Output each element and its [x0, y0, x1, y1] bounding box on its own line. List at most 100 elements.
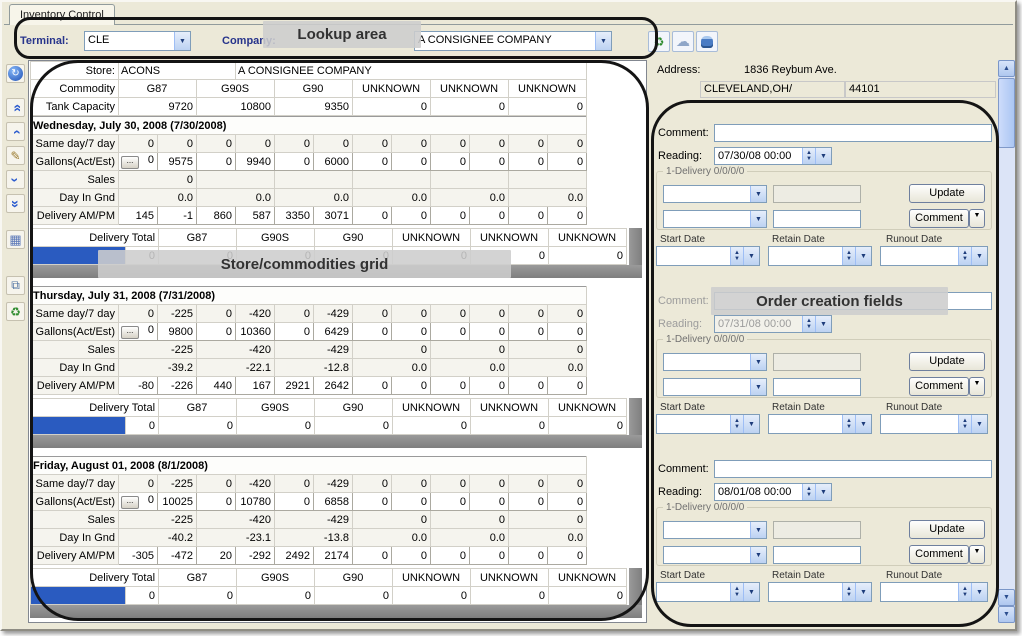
scroll-bottom-button[interactable]: »	[6, 194, 25, 213]
delivery-carrier-select[interactable]: ▼	[663, 210, 767, 228]
dt-value-cell[interactable]: 0	[126, 587, 159, 605]
grid-cell[interactable]: 0.0	[509, 359, 587, 377]
comment-button[interactable]: Comment	[909, 377, 969, 396]
dt-value-cell[interactable]: 0	[471, 247, 549, 265]
grid-cell[interactable]: 0.0	[275, 189, 353, 207]
scroll-up-button[interactable]: ▲	[998, 60, 1015, 77]
grid-cell[interactable]: 0	[431, 341, 509, 359]
chevron-down-icon[interactable]: ▼	[815, 484, 831, 500]
grid-cell[interactable]: 0	[197, 153, 236, 171]
grid-cell[interactable]: 0	[431, 153, 470, 171]
grid-cell[interactable]: -23.1	[197, 529, 275, 547]
delivery-carrier-select[interactable]: ▼	[663, 546, 767, 564]
spinner-icon[interactable]: ▲▼	[802, 148, 815, 164]
chevron-down-icon[interactable]: ▼	[750, 522, 766, 538]
chevron-down-icon[interactable]: ▼	[750, 186, 766, 202]
grid-cell[interactable]	[275, 171, 353, 189]
grid-cell[interactable]: 0	[353, 135, 392, 153]
grid-cell[interactable]: 0.0	[353, 529, 431, 547]
spinner-icon[interactable]: ▲▼	[958, 247, 971, 265]
weather-button[interactable]: ☁	[672, 31, 694, 52]
grid-cell[interactable]: 0	[470, 475, 509, 493]
grid-cell[interactable]: -225	[119, 341, 197, 359]
dt-value-cell[interactable]: 0	[393, 247, 471, 265]
grid-cell[interactable]: 0.0	[353, 359, 431, 377]
grid-cell[interactable]: 0	[509, 475, 548, 493]
grid-cell[interactable]: 0	[509, 341, 587, 359]
chevron-down-icon[interactable]: ▼	[971, 415, 987, 433]
grid-cell[interactable]: ...0	[119, 153, 158, 171]
grid-cell[interactable]: 0	[119, 171, 197, 189]
grid-cell[interactable]: 0	[431, 377, 470, 395]
grid-cell[interactable]: 2642	[314, 377, 353, 395]
lookup-ellipsis-button[interactable]: ...	[121, 156, 139, 169]
grid-cell[interactable]: 0	[353, 153, 392, 171]
grid-cell[interactable]: 9940	[236, 153, 275, 171]
scroll-down-button[interactable]: ▼	[998, 589, 1015, 606]
start-date-picker[interactable]: ▲▼▼	[656, 582, 760, 602]
lookup-ellipsis-button[interactable]: ...	[121, 326, 139, 339]
dt-vertical-scrollbar[interactable]	[629, 228, 642, 265]
scroll-thumb[interactable]	[998, 78, 1015, 148]
chevron-down-icon[interactable]: ▼	[815, 148, 831, 164]
export-button[interactable]: ♻	[6, 302, 25, 321]
grid-cell[interactable]: 9575	[158, 153, 197, 171]
grid-cell[interactable]: 10360	[236, 323, 275, 341]
grid-cell[interactable]: 0.0	[119, 189, 197, 207]
delivery-note-input[interactable]	[773, 378, 861, 396]
grid-cell[interactable]: 0	[119, 135, 158, 153]
grid-cell[interactable]: 0	[392, 305, 431, 323]
grid-cell[interactable]: 587	[236, 207, 275, 225]
grid-cell[interactable]: ...0	[119, 493, 158, 511]
grid-cell[interactable]: 0.0	[509, 529, 587, 547]
spinner-icon[interactable]: ▲▼	[958, 583, 971, 601]
copy-button[interactable]: ⧉	[6, 276, 25, 295]
grid-cell[interactable]: 10025	[158, 493, 197, 511]
grid-cell[interactable]: -226	[158, 377, 197, 395]
grid-cell[interactable]	[509, 171, 587, 189]
grid-cell[interactable]: 6000	[314, 153, 353, 171]
spinner-icon[interactable]: ▲▼	[842, 247, 855, 265]
grid-cell[interactable]: 0	[470, 305, 509, 323]
dt-value-cell[interactable]: 0	[549, 417, 627, 435]
spinner-icon[interactable]: ▲▼	[730, 415, 743, 433]
grid-cell[interactable]: ...0	[119, 323, 158, 341]
chevron-down-icon[interactable]: ▼	[750, 547, 766, 563]
grid-cell[interactable]: 0	[197, 323, 236, 341]
grid-cell[interactable]: 0	[509, 305, 548, 323]
chevron-down-icon[interactable]: ▼	[750, 211, 766, 227]
grid-cell[interactable]: 0	[548, 135, 587, 153]
grid-cell[interactable]: 0	[353, 547, 392, 565]
retain-date-picker[interactable]: ▲▼▼	[768, 246, 872, 266]
update-button[interactable]: Update	[909, 184, 985, 203]
grid-cell[interactable]: 0	[197, 305, 236, 323]
chevron-down-icon[interactable]: ▼	[743, 247, 759, 265]
grid-cell[interactable]: -22.1	[197, 359, 275, 377]
dt-horizontal-scrollbar[interactable]	[30, 605, 642, 618]
grid-cell[interactable]: 3071	[314, 207, 353, 225]
delivery-qty-input[interactable]	[773, 185, 861, 203]
grid-cell[interactable]: 0	[119, 475, 158, 493]
dt-value-cell[interactable]: 0	[393, 417, 471, 435]
grid-cell[interactable]: 2492	[275, 547, 314, 565]
chevron-down-icon[interactable]: ▼	[174, 32, 190, 50]
chevron-down-icon[interactable]: ▼	[971, 583, 987, 601]
dt-value-cell[interactable]: 0	[471, 417, 549, 435]
grid-cell[interactable]: 0	[275, 135, 314, 153]
grid-cell[interactable]: 0	[470, 153, 509, 171]
chevron-down-icon[interactable]: ▼	[750, 379, 766, 395]
chevron-down-icon[interactable]: ▼	[855, 247, 871, 265]
grid-cell[interactable]	[353, 171, 431, 189]
terminal-select[interactable]: CLE ▼	[84, 31, 191, 51]
delivery-type-select[interactable]: ▼	[663, 185, 767, 203]
grid-cell[interactable]: 0	[353, 511, 431, 529]
chevron-down-icon[interactable]: ▼	[750, 354, 766, 370]
grid-cell[interactable]: 0	[509, 153, 548, 171]
grid-cell[interactable]: -80	[119, 377, 158, 395]
grid-cell[interactable]: -292	[236, 547, 275, 565]
chevron-down-icon[interactable]: ▼	[815, 316, 831, 332]
scroll-up-button[interactable]: ›	[6, 122, 25, 141]
grid-cell[interactable]: 0	[431, 323, 470, 341]
comment-input[interactable]	[714, 460, 992, 478]
dt-value-cell[interactable]: 0	[126, 417, 159, 435]
